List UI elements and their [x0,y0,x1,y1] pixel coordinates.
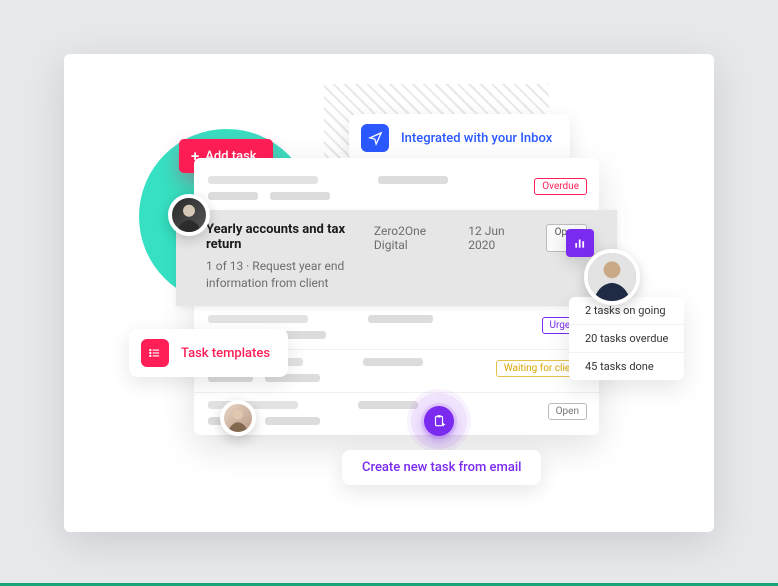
task-company: Zero2One Digital [374,224,440,252]
paper-plane-icon [361,124,389,152]
stats-panel: 2 tasks on going 20 tasks overdue 45 tas… [569,297,684,380]
stats-overdue: 20 tasks overdue [569,324,684,352]
task-templates-label: Task templates [181,346,270,361]
avatar [584,249,640,305]
stats-ongoing: 2 tasks on going [569,297,684,324]
bar-chart-icon [566,229,594,257]
create-task-ring[interactable]: + [407,389,471,453]
task-subtext: 1 of 13 · Request year end information f… [206,258,406,292]
status-badge-open: Open [548,403,587,420]
create-from-email-label: Create new task from email [362,460,521,475]
stats-button[interactable] [566,229,594,257]
task-row-expanded[interactable]: Yearly accounts and tax return Zero2One … [176,210,617,306]
stats-done: 45 tasks done [569,352,684,380]
task-title: Yearly accounts and tax return [206,222,356,252]
task-date: 12 Jun 2020 [468,224,517,252]
inbox-integration-pill[interactable]: Integrated with your Inbox [349,114,570,162]
inbox-pill-label: Integrated with your Inbox [401,131,552,146]
clipboard-plus-icon: + [424,406,454,436]
svg-text:+: + [442,421,446,428]
avatar [168,194,210,236]
task-templates-pill[interactable]: Task templates [129,329,288,377]
task-row[interactable]: Overdue [194,168,599,210]
list-icon [141,339,169,367]
avatar [220,400,256,436]
create-from-email-pill[interactable]: Create new task from email [342,450,541,485]
task-list: Overdue Yearly accounts and tax return Z… [194,158,599,435]
status-badge-overdue: Overdue [534,178,587,195]
app-preview-card: Integrated with your Inbox + Add task Ov… [64,54,714,532]
